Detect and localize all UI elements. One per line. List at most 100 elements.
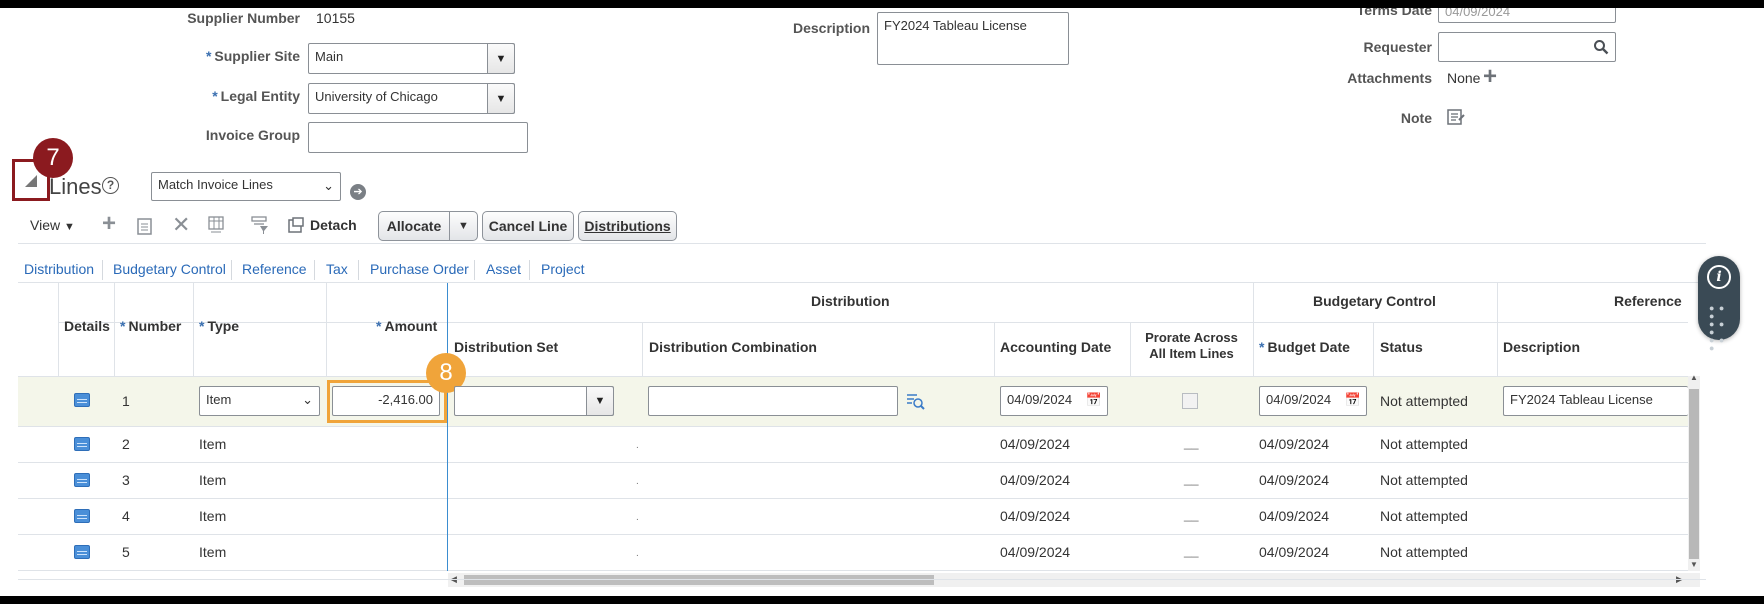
allocate-menu-button[interactable]: ▼ bbox=[449, 211, 478, 241]
detach-button[interactable]: Detach bbox=[310, 217, 357, 233]
row-budget-date: 04/09/2024 bbox=[1259, 472, 1330, 488]
collapse-triangle-icon[interactable] bbox=[25, 175, 37, 187]
tab-distribution[interactable]: Distribution bbox=[24, 261, 94, 277]
supplier-site-dropdown-button[interactable]: ▼ bbox=[487, 44, 514, 73]
delete-icon[interactable]: ✕ bbox=[172, 214, 190, 236]
budget-date-input[interactable]: 04/09/2024 📅 bbox=[1259, 386, 1367, 416]
tab-divider bbox=[102, 260, 103, 280]
row-details-icon[interactable] bbox=[74, 473, 90, 487]
distributions-button[interactable]: Distributions bbox=[578, 211, 677, 241]
col-divider bbox=[642, 322, 643, 376]
tab-budgetary-control[interactable]: Budgetary Control bbox=[113, 261, 226, 277]
col-prorate[interactable]: Prorate Across All Item Lines bbox=[1130, 330, 1253, 362]
row-type: Item bbox=[199, 436, 227, 452]
view-menu[interactable]: View ▼ bbox=[30, 217, 75, 233]
grid-dots-icon[interactable]: ● ● ● ● ● ● ● ● ● bbox=[1709, 304, 1729, 353]
triangle-down-icon: ▼ bbox=[458, 220, 469, 232]
horizontal-scrollbar-thumb[interactable] bbox=[464, 575, 934, 585]
row-number: 3 bbox=[122, 472, 130, 488]
legal-entity-select[interactable]: University of Chicago ▼ bbox=[308, 83, 515, 114]
col-divider bbox=[994, 322, 995, 376]
invoice-group-input[interactable] bbox=[308, 122, 528, 153]
requester-label: Requester bbox=[1363, 39, 1432, 55]
accounting-date-input[interactable]: 04/09/2024 📅 bbox=[1000, 386, 1108, 416]
amount-highlight bbox=[327, 380, 447, 423]
account-search-icon[interactable] bbox=[905, 391, 925, 411]
search-icon[interactable] bbox=[1593, 39, 1609, 55]
prorate-checkbox[interactable] bbox=[1182, 393, 1198, 409]
col-distribution-combination[interactable]: Distribution Combination bbox=[649, 339, 817, 355]
horizontal-scrollbar[interactable]: ◀ ▶ bbox=[448, 573, 1700, 587]
legal-entity-label: * Legal Entity bbox=[212, 88, 300, 104]
supplier-site-select[interactable]: Main ▼ bbox=[308, 43, 515, 74]
empty-marker: . bbox=[636, 476, 639, 487]
row-type: Item bbox=[199, 472, 227, 488]
description-textarea[interactable]: FY2024 Tableau License bbox=[877, 12, 1069, 65]
prorate-empty: __ bbox=[1184, 507, 1199, 522]
info-icon[interactable]: i bbox=[1707, 265, 1731, 289]
filter-icon[interactable] bbox=[250, 215, 270, 235]
row-description-input[interactable]: FY2024 Tableau License bbox=[1503, 386, 1688, 416]
line-action-select[interactable]: Match Invoice Lines ⌄ bbox=[151, 172, 341, 201]
row-details-icon[interactable] bbox=[74, 437, 90, 451]
vertical-scrollbar-thumb[interactable] bbox=[1689, 389, 1699, 559]
col-type[interactable]: * Type bbox=[199, 318, 239, 334]
description-label: Description bbox=[792, 20, 870, 36]
distribution-set-dropdown-button[interactable]: ▼ bbox=[586, 387, 613, 415]
col-number[interactable]: * Number bbox=[120, 318, 181, 334]
col-amount[interactable]: * Amount bbox=[376, 318, 437, 334]
tab-purchase-order[interactable]: Purchase Order bbox=[370, 261, 469, 277]
col-divider bbox=[193, 283, 194, 376]
legal-entity-dropdown-button[interactable]: ▼ bbox=[487, 84, 514, 113]
columns-icon[interactable] bbox=[207, 215, 227, 235]
allocate-button[interactable]: Allocate bbox=[378, 211, 450, 241]
col-budget-date[interactable]: * Budget Date bbox=[1259, 339, 1350, 355]
add-icon[interactable]: + bbox=[102, 212, 116, 236]
row-type-value: Item bbox=[206, 392, 232, 407]
tab-bar-top-divider bbox=[18, 243, 1706, 244]
col-distribution-set[interactable]: Distribution Set bbox=[454, 339, 558, 355]
row-accounting-date: 04/09/2024 bbox=[1000, 508, 1071, 524]
info-widget[interactable]: i ● ● ● ● ● ● ● ● ● bbox=[1698, 256, 1740, 353]
terms-date-input[interactable]: 04/09/2024 bbox=[1438, 8, 1616, 23]
help-icon[interactable]: ? bbox=[102, 177, 119, 194]
legal-entity-value: University of Chicago bbox=[315, 89, 438, 104]
col-accounting-date[interactable]: Accounting Date bbox=[1000, 339, 1111, 355]
distribution-combination-input[interactable] bbox=[648, 386, 898, 416]
supplier-site-label: * Supplier Site bbox=[205, 48, 300, 64]
scroll-down-arrow-icon[interactable]: ▼ bbox=[1690, 560, 1698, 569]
detach-icon[interactable] bbox=[287, 216, 305, 234]
tab-divider bbox=[474, 260, 475, 280]
cancel-line-button[interactable]: Cancel Line bbox=[482, 211, 574, 241]
row-details-icon[interactable] bbox=[74, 393, 90, 407]
tab-divider bbox=[358, 260, 359, 280]
tab-reference[interactable]: Reference bbox=[242, 261, 307, 277]
prorate-empty: __ bbox=[1184, 543, 1199, 558]
header-bottom-divider bbox=[18, 376, 1688, 377]
tab-divider bbox=[314, 260, 315, 280]
vertical-scrollbar[interactable]: ▲ ▼ bbox=[1688, 373, 1700, 571]
requester-input[interactable] bbox=[1438, 32, 1616, 62]
calendar-icon[interactable]: 📅 bbox=[1086, 392, 1102, 408]
col-divider bbox=[1373, 322, 1374, 376]
col-description[interactable]: Description bbox=[1503, 339, 1580, 355]
tab-asset[interactable]: Asset bbox=[486, 261, 521, 277]
col-status[interactable]: Status bbox=[1380, 339, 1423, 355]
tab-project[interactable]: Project bbox=[541, 261, 585, 277]
add-attachment-icon[interactable]: + bbox=[1483, 65, 1497, 89]
row-details-icon[interactable] bbox=[74, 509, 90, 523]
col-divider bbox=[1497, 283, 1498, 376]
row-type-select[interactable]: Item ⌄ bbox=[199, 386, 320, 416]
col-details[interactable]: Details bbox=[64, 318, 110, 334]
row-details-icon[interactable] bbox=[74, 545, 90, 559]
scroll-up-arrow-icon[interactable]: ▲ bbox=[1690, 373, 1698, 382]
attachments-label: Attachments bbox=[1347, 70, 1432, 86]
tab-tax[interactable]: Tax bbox=[326, 261, 348, 277]
note-icon[interactable] bbox=[1447, 108, 1465, 126]
triangle-down-icon: ▼ bbox=[594, 395, 606, 407]
distribution-set-select[interactable]: ▼ bbox=[454, 386, 614, 416]
col-divider bbox=[326, 283, 327, 376]
calendar-icon[interactable]: 📅 bbox=[1345, 392, 1361, 408]
duplicate-icon[interactable] bbox=[137, 216, 155, 236]
go-arrow-icon[interactable]: ➔ bbox=[350, 184, 366, 200]
